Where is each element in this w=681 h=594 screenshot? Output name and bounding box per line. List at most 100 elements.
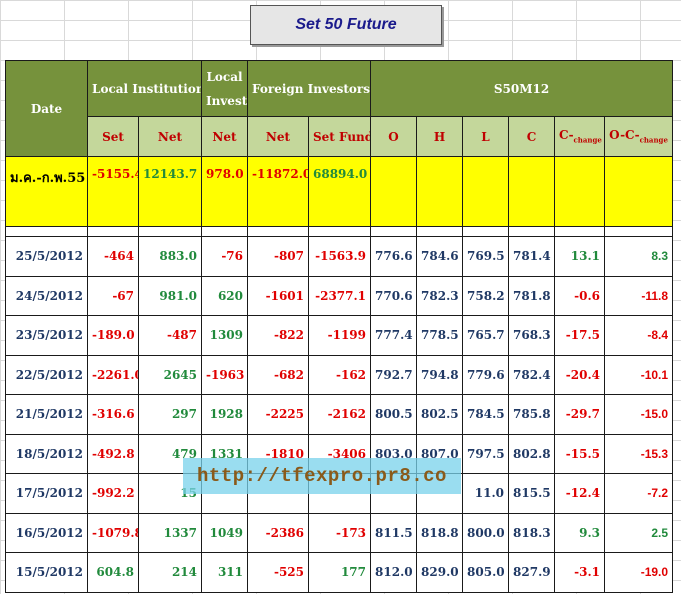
col-c-change: C-change bbox=[554, 116, 606, 157]
cell-foreign: -2386 bbox=[247, 512, 309, 553]
cell-o: 800.5 bbox=[370, 394, 418, 435]
cell-ocg: -11.8 bbox=[604, 275, 674, 316]
cell-l: 805.0 bbox=[462, 552, 510, 593]
cell-set: -2261.0 bbox=[87, 354, 139, 395]
col-close: C bbox=[508, 116, 556, 157]
cell-h: 794.8 bbox=[416, 354, 464, 395]
cell-o: 811.5 bbox=[370, 512, 418, 553]
cell-l: 769.5 bbox=[462, 236, 510, 277]
cell-local: 1309 bbox=[201, 315, 248, 356]
col-set: Set bbox=[87, 116, 139, 157]
cell-ocg: 8.3 bbox=[604, 236, 674, 277]
foreign-investors-header: Foreign Investors bbox=[246, 60, 372, 117]
cell-foreign: -822 bbox=[247, 315, 309, 356]
cell-set: -316.6 bbox=[87, 394, 139, 435]
cell-net: 2645 bbox=[138, 354, 202, 395]
col-set-fund: Set Fund bbox=[307, 116, 372, 157]
page-title: Set 50 Future bbox=[250, 5, 442, 45]
cell-date: 23/5/2012 bbox=[5, 315, 88, 356]
cell-h: 778.5 bbox=[416, 315, 464, 356]
ytd-set: -5155.4 bbox=[87, 156, 139, 227]
spacer-cell bbox=[554, 226, 606, 237]
ytd-label: ม.ค.-ก.พ.55 bbox=[5, 156, 88, 227]
cell-net: 1337 bbox=[138, 512, 202, 553]
spacer-row bbox=[5, 226, 674, 237]
cell-chg: -12.4 bbox=[554, 473, 606, 514]
cell-ocg: -15.0 bbox=[604, 394, 674, 435]
cell-fund: 177 bbox=[307, 552, 372, 593]
cell-foreign: -1601 bbox=[247, 275, 309, 316]
cell-l: 779.6 bbox=[462, 354, 510, 395]
col-high: H bbox=[416, 116, 464, 157]
cell-foreign: -2225 bbox=[247, 394, 309, 435]
ytd-empty bbox=[462, 156, 510, 227]
col-local-net: Net bbox=[201, 116, 248, 157]
ytd-empty bbox=[370, 156, 418, 227]
cell-h: 818.8 bbox=[416, 512, 464, 553]
cell-local: 311 bbox=[201, 552, 248, 593]
cell-foreign: -682 bbox=[247, 354, 309, 395]
table-row: 16/5/2012 -1079.8 1337 1049 -2386 -173 811.5 81… bbox=[5, 512, 674, 553]
ytd-set-fund: 68894.0 bbox=[307, 156, 372, 227]
cell-set: -992.2 bbox=[87, 473, 139, 514]
spacer-cell bbox=[138, 226, 202, 237]
cell-date: 17/5/2012 bbox=[5, 473, 88, 514]
cell-set: -67 bbox=[87, 275, 139, 316]
cell-local: 620 bbox=[201, 275, 248, 316]
col-open: O bbox=[370, 116, 418, 157]
cell-date: 22/5/2012 bbox=[5, 354, 88, 395]
cell-h: 784.6 bbox=[416, 236, 464, 277]
cell-net: 981.0 bbox=[138, 275, 202, 316]
cell-date: 21/5/2012 bbox=[5, 394, 88, 435]
cell-foreign: -807 bbox=[247, 236, 309, 277]
cell-h: 829.0 bbox=[416, 552, 464, 593]
cell-local: -76 bbox=[201, 236, 248, 277]
local-invest-header: Local Invest bbox=[201, 60, 248, 117]
ytd-net: 12143.7 bbox=[138, 156, 202, 227]
cell-date: 25/5/2012 bbox=[5, 236, 88, 277]
cell-ocg: -19.0 bbox=[604, 552, 674, 593]
cell-c: 781.8 bbox=[508, 275, 556, 316]
table-row: 23/5/2012 -189.0 -487 1309 -822 -1199 777.4 778… bbox=[5, 315, 674, 356]
cell-c: 782.4 bbox=[508, 354, 556, 395]
cell-o: 776.6 bbox=[370, 236, 418, 277]
cell-ocg: 2.5 bbox=[604, 512, 674, 553]
spacer-cell bbox=[247, 226, 309, 237]
date-header: Date bbox=[5, 60, 88, 157]
cell-c: 781.4 bbox=[508, 236, 556, 277]
cell-ocg: -10.1 bbox=[604, 354, 674, 395]
cell-local: 1928 bbox=[201, 394, 248, 435]
spacer-cell bbox=[307, 226, 372, 237]
cell-chg: -29.7 bbox=[554, 394, 606, 435]
ytd-empty bbox=[604, 156, 674, 227]
cell-c: 815.5 bbox=[508, 473, 556, 514]
local-invest-line1: Local bbox=[206, 69, 243, 84]
cell-fund: -162 bbox=[307, 354, 372, 395]
spacer-cell bbox=[508, 226, 556, 237]
ytd-foreign-net: -11872.0 bbox=[247, 156, 309, 227]
spacer-cell bbox=[5, 226, 88, 237]
local-institutions-header: Local Institutions bbox=[87, 60, 202, 117]
col-low: L bbox=[462, 116, 510, 157]
cell-l: 797.5 bbox=[462, 433, 510, 474]
cell-c: 827.9 bbox=[508, 552, 556, 593]
cell-fund: -173 bbox=[307, 512, 372, 553]
header-row-2: Set Net Net Net Set Fund O H L C C-chang… bbox=[6, 116, 674, 157]
cell-o: 792.7 bbox=[370, 354, 418, 395]
cell-l: 784.5 bbox=[462, 394, 510, 435]
ytd-empty bbox=[508, 156, 556, 227]
cell-ocg: -15.3 bbox=[604, 433, 674, 474]
watermark-banner: http://tfexpro.pr8.co bbox=[183, 458, 461, 494]
cell-c: 802.8 bbox=[508, 433, 556, 474]
cell-foreign: -525 bbox=[247, 552, 309, 593]
ytd-empty bbox=[554, 156, 606, 227]
local-invest-line2: Invest bbox=[206, 93, 248, 108]
cell-o: 812.0 bbox=[370, 552, 418, 593]
cell-c: 785.8 bbox=[508, 394, 556, 435]
spacer-cell bbox=[604, 226, 674, 237]
cell-set: -1079.8 bbox=[87, 512, 139, 553]
cell-local: -1963 bbox=[201, 354, 248, 395]
cell-date: 18/5/2012 bbox=[5, 433, 88, 474]
col-o-c-change: O-C-change bbox=[604, 116, 674, 157]
table-row: 24/5/2012 -67 981.0 620 -1601 -2377.1 770.6 782… bbox=[5, 275, 674, 316]
